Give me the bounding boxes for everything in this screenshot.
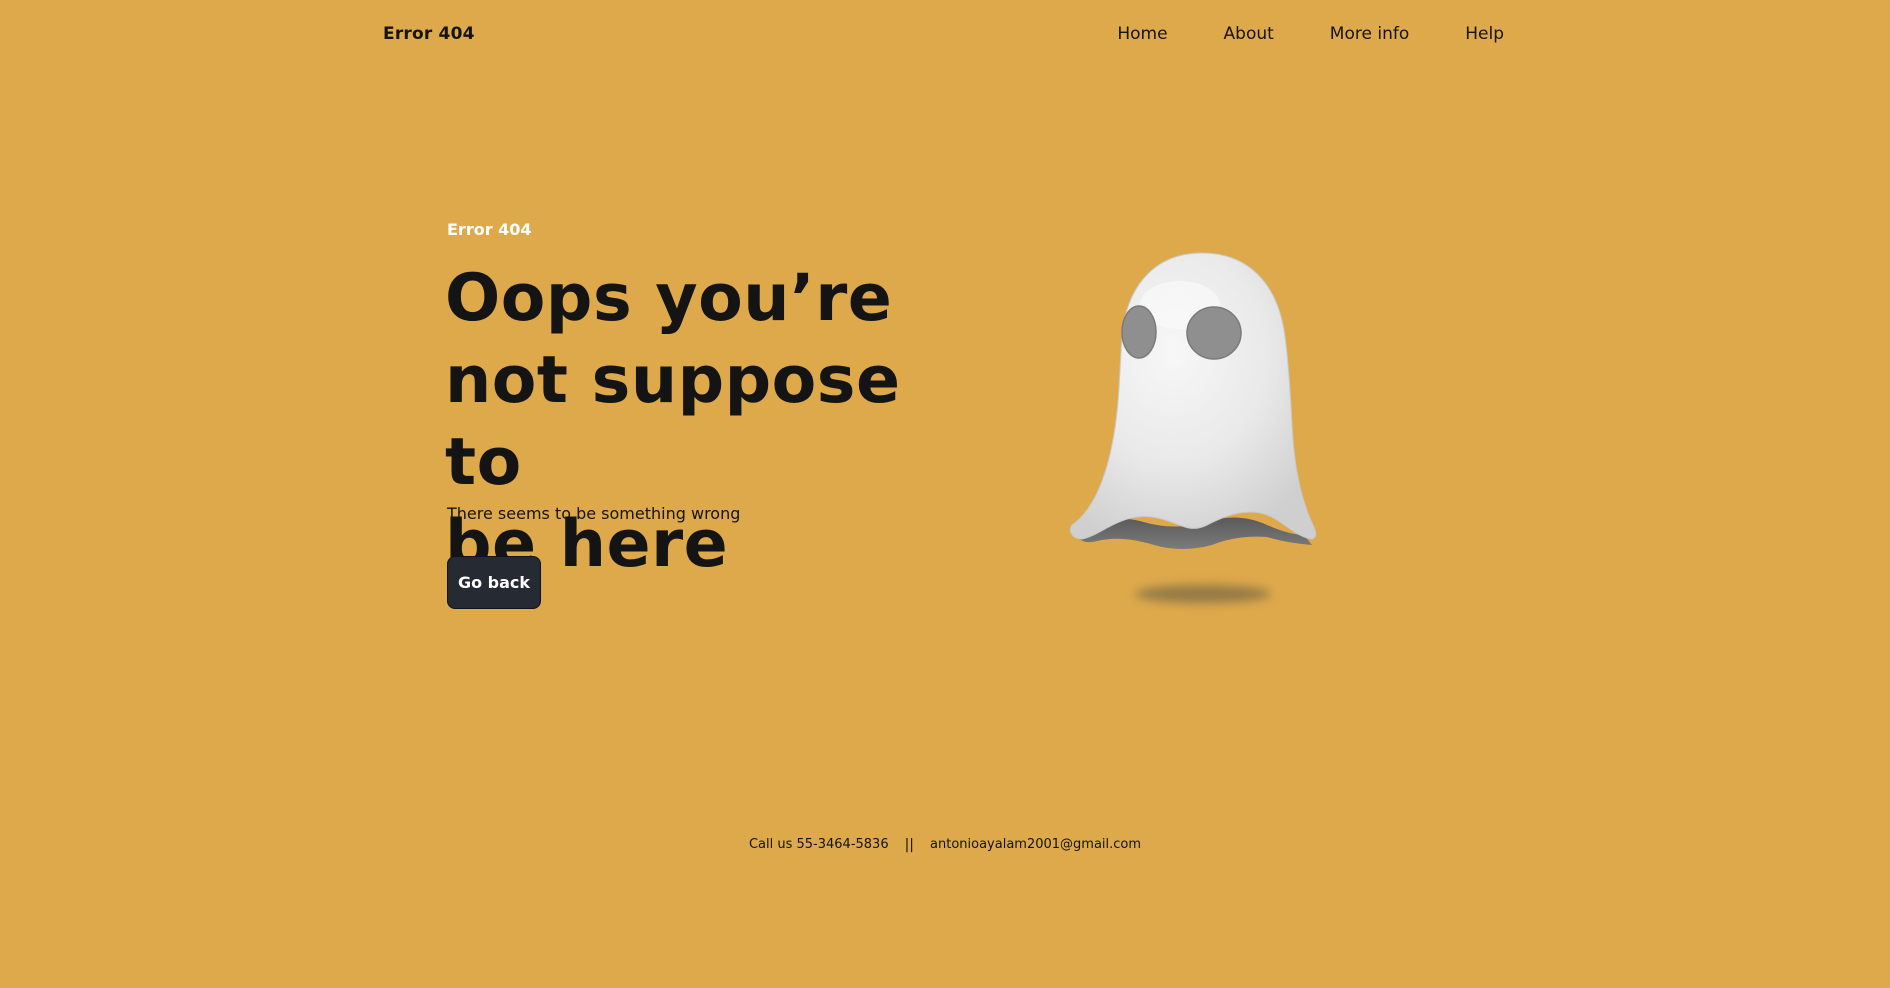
nav-link-about[interactable]: About — [1224, 22, 1274, 46]
error-404-page: Error 404 Home About More info Help Erro… — [0, 0, 1890, 988]
brand-logo-text[interactable]: Error 404 — [383, 22, 475, 46]
headline-line-2: not suppose to — [445, 343, 901, 500]
nav-link-more-info[interactable]: More info — [1330, 22, 1409, 46]
nav-link-help[interactable]: Help — [1465, 22, 1504, 46]
ghost-right-eye — [1186, 306, 1242, 360]
ghost-left-eye — [1121, 305, 1157, 359]
footer-phone[interactable]: Call us 55-3464-5836 — [749, 835, 889, 855]
footer-contact: Call us 55-3464-5836 || antonioayalam200… — [0, 835, 1890, 855]
footer-email[interactable]: antonioayalam2001@gmail.com — [930, 835, 1141, 855]
error-eyebrow: Error 404 — [447, 220, 532, 239]
footer-separator: || — [904, 837, 915, 853]
go-back-button[interactable]: Go back — [447, 556, 541, 609]
headline-line-1: Oops you’re — [445, 261, 893, 336]
nav-link-home[interactable]: Home — [1117, 22, 1167, 46]
top-nav: Home About More info Help — [1117, 22, 1504, 46]
page-headline: Oops you’re not suppose to be here — [445, 258, 965, 586]
page-subtext: There seems to be something wrong — [447, 504, 741, 523]
ghost-icon — [1069, 252, 1317, 603]
ghost-shadow — [1135, 585, 1271, 603]
